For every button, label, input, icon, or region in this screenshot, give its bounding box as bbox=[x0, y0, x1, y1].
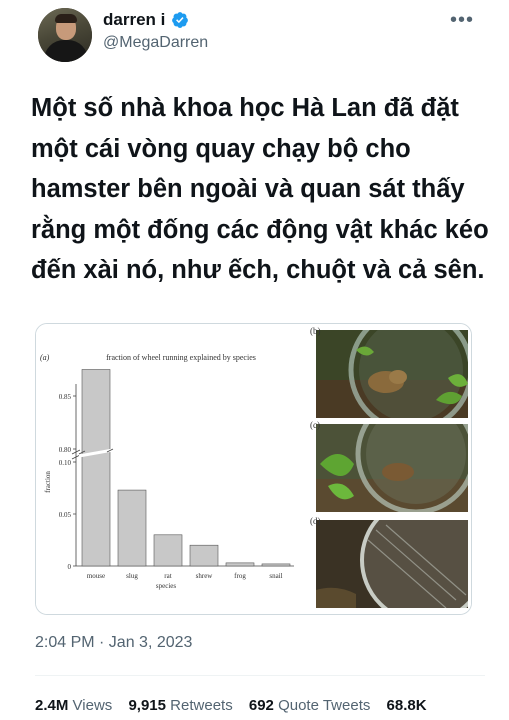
y-tick-label: 0.10 bbox=[59, 459, 72, 467]
bar-chart: fraction of wheel running explained by s… bbox=[40, 353, 294, 590]
photo-frog-wheel-2 bbox=[316, 424, 468, 512]
x-tick-label: snail bbox=[269, 572, 282, 580]
bar-shrew bbox=[189, 544, 219, 567]
more-options-icon[interactable]: ••• bbox=[450, 9, 474, 32]
tweet-stats: 2.4M Views 9,915 Retweets 692 Quote Twee… bbox=[35, 697, 439, 714]
panel-label-c: (c) bbox=[310, 420, 320, 430]
y-axis-label: fraction bbox=[44, 471, 52, 493]
author-name-row[interactable]: darren i bbox=[103, 10, 189, 30]
quotes-stat[interactable]: 692 Quote Tweets bbox=[249, 697, 370, 714]
bar-mouse bbox=[81, 369, 111, 567]
y-tick-label: 0.85 bbox=[59, 393, 72, 401]
panel-label-a: (a) bbox=[40, 353, 50, 362]
likes-stat[interactable]: 68.8K bbox=[387, 697, 427, 714]
y-tick-label: 0 bbox=[68, 563, 72, 571]
x-tick-label: rat bbox=[164, 572, 171, 580]
x-tick-label: shrew bbox=[196, 572, 214, 580]
tweet-header: darren i @MegaDarren ••• bbox=[0, 0, 509, 70]
quotes-count: 692 bbox=[248, 697, 274, 714]
likes-count: 68.8K bbox=[386, 697, 427, 714]
bar-frog bbox=[225, 562, 255, 567]
photo-empty-wheel bbox=[316, 520, 468, 608]
x-axis-label: species bbox=[156, 582, 176, 590]
verified-badge-icon bbox=[172, 12, 189, 28]
retweets-label: Retweets bbox=[170, 697, 233, 714]
views-count: 2.4M bbox=[35, 697, 69, 714]
tweet-text: Một số nhà khoa học Hà Lan đã đặt một cá… bbox=[31, 94, 489, 284]
tweet-timestamp[interactable]: 2:04 PM · Jan 3, 2023 bbox=[35, 634, 192, 652]
retweets-stat[interactable]: 9,915 Retweets bbox=[128, 697, 232, 714]
quotes-label: Quote Tweets bbox=[278, 697, 371, 714]
photo-panels: (b) (c) (d) bbox=[310, 324, 471, 614]
views-label: Views bbox=[72, 697, 113, 714]
panel-label-d: (d) bbox=[310, 516, 321, 526]
y-tick-label: 0.80 bbox=[59, 446, 72, 454]
bar-slug bbox=[117, 489, 147, 567]
avatar[interactable] bbox=[38, 8, 92, 62]
author-name[interactable]: darren i bbox=[103, 10, 165, 30]
retweets-count: 9,915 bbox=[128, 697, 166, 714]
x-tick-label: mouse bbox=[87, 572, 105, 580]
chart-title: fraction of wheel running explained by s… bbox=[106, 353, 256, 362]
views-stat[interactable]: 2.4M Views bbox=[35, 697, 112, 714]
tweet-media[interactable]: fraction of wheel running explained by s… bbox=[35, 323, 472, 615]
divider bbox=[35, 675, 485, 676]
panel-label-b: (b) bbox=[310, 326, 321, 336]
x-tick-label: slug bbox=[126, 572, 138, 580]
bar-snail bbox=[261, 563, 291, 567]
author-handle[interactable]: @MegaDarren bbox=[103, 34, 208, 52]
x-tick-label: frog bbox=[234, 572, 246, 580]
bar-rat bbox=[153, 534, 183, 567]
y-tick-label: 0.05 bbox=[59, 511, 72, 519]
chart-panel: fraction of wheel running explained by s… bbox=[36, 324, 311, 614]
photo-frog-wheel bbox=[316, 330, 468, 418]
